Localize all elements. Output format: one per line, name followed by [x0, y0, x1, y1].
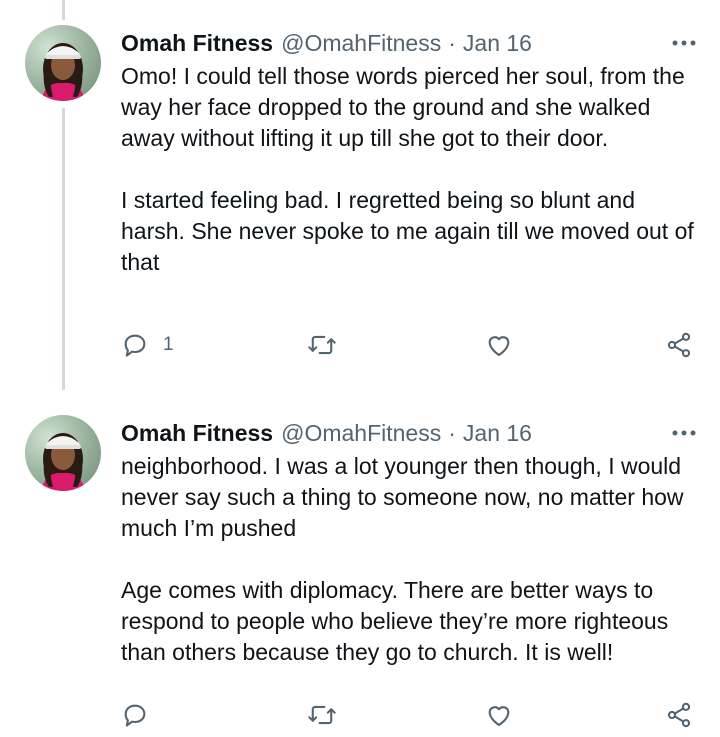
tweet[interactable]: Omah Fitness @OmahFitness · Jan 16 neigh…: [0, 390, 720, 737]
reply-icon: [124, 334, 146, 357]
retweet-button[interactable]: [307, 330, 337, 360]
reply-icon: [124, 704, 146, 727]
reply-button[interactable]: [121, 700, 163, 730]
tweet-paragraph: Omo! I could tell those words pierced he…: [121, 63, 685, 151]
tweet-header: Omah Fitness @OmahFitness · Jan 16: [121, 418, 700, 448]
tweet-thread: Omah Fitness @OmahFitness · Jan 16 Omo! …: [0, 0, 720, 737]
tweet-actions: 1: [121, 330, 697, 360]
tweet-actions: [121, 700, 697, 730]
like-button[interactable]: [485, 330, 513, 360]
share-icon: [667, 332, 691, 358]
author-handle[interactable]: @OmahFitness: [281, 28, 441, 58]
tweet-text: Omo! I could tell those words pierced he…: [121, 61, 701, 278]
reply-count: 1: [163, 334, 174, 355]
author-handle[interactable]: @OmahFitness: [281, 418, 441, 448]
retweet-icon: [308, 335, 336, 355]
separator-dot: ·: [448, 420, 456, 446]
tweet[interactable]: Omah Fitness @OmahFitness · Jan 16 Omo! …: [0, 0, 720, 390]
tweet-header: Omah Fitness @OmahFitness · Jan 16: [121, 28, 700, 58]
avatar-image: [41, 43, 85, 101]
reply-button[interactable]: 1: [121, 330, 174, 360]
share-icon: [667, 702, 691, 728]
tweet-paragraph: neighborhood. I was a lot younger then t…: [121, 453, 684, 541]
tweet-date[interactable]: Jan 16: [463, 418, 532, 448]
like-icon: [488, 706, 510, 726]
author-name[interactable]: Omah Fitness: [121, 418, 273, 448]
separator-dot: ·: [448, 30, 456, 56]
author-name[interactable]: Omah Fitness: [121, 28, 273, 58]
more-icon[interactable]: [668, 30, 700, 56]
avatar[interactable]: [25, 415, 101, 491]
retweet-button[interactable]: [307, 700, 337, 730]
retweet-icon: [308, 705, 336, 725]
like-button[interactable]: [485, 700, 513, 730]
like-icon: [488, 336, 510, 356]
tweet-text: neighborhood. I was a lot younger then t…: [121, 451, 701, 668]
tweet-date[interactable]: Jan 16: [463, 28, 532, 58]
tweet-paragraph: I started feeling bad. I regretted being…: [121, 187, 694, 275]
share-button[interactable]: [665, 330, 693, 360]
avatar-image: [41, 433, 85, 491]
avatar[interactable]: [25, 25, 101, 101]
more-icon[interactable]: [668, 420, 700, 446]
tweet-paragraph: Age comes with diplomacy. There are bett…: [121, 577, 669, 665]
share-button[interactable]: [665, 700, 693, 730]
